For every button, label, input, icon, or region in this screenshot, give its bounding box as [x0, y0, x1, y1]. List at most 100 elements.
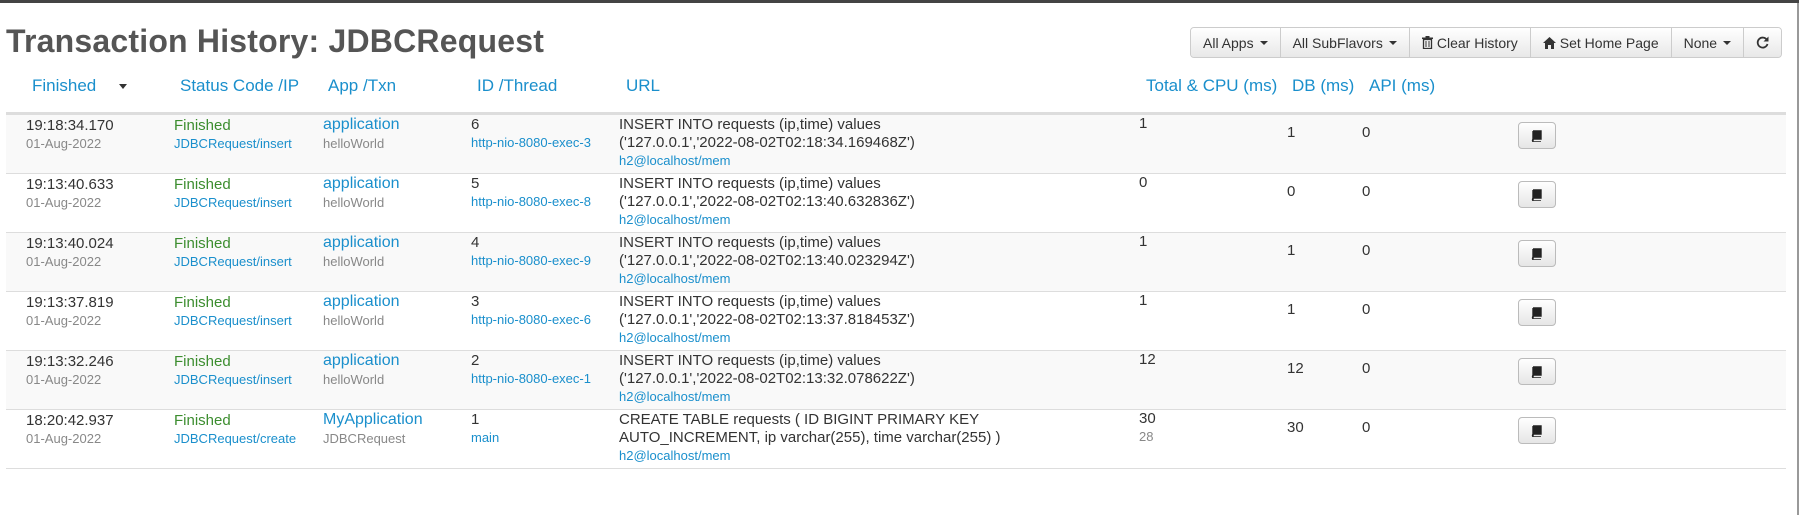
app-link[interactable]: application [323, 352, 400, 370]
sql-line-1: INSERT INTO requests (ip,time) values [619, 175, 881, 192]
finished-date: 01-Aug-2022 [26, 136, 102, 151]
all-subflavors-dropdown[interactable]: All SubFlavors [1280, 28, 1410, 57]
refresh-button[interactable] [1744, 28, 1782, 57]
txn-name: helloWorld [323, 254, 385, 269]
all-apps-dropdown[interactable]: All Apps [1191, 28, 1281, 57]
thread-link[interactable]: http-nio-8080-exec-6 [471, 312, 591, 327]
chevron-down-icon [1388, 40, 1397, 45]
thread-link[interactable]: http-nio-8080-exec-9 [471, 253, 591, 268]
sql-line-1: INSERT INTO requests (ip,time) values [619, 116, 881, 133]
db-url-link[interactable]: h2@localhost/mem [619, 389, 730, 404]
view-details-button[interactable] [1518, 122, 1556, 149]
sql-line-1: INSERT INTO requests (ip,time) values [619, 234, 881, 251]
all-apps-label: All Apps [1203, 34, 1254, 51]
view-details-button[interactable] [1518, 240, 1556, 267]
sql-line-2: ('127.0.0.1','2022-08-02T02:13:40.632836… [619, 193, 915, 210]
sql-line-1: INSERT INTO requests (ip,time) values [619, 293, 881, 310]
clear-history-label: Clear History [1436, 34, 1518, 51]
finished-date: 01-Aug-2022 [26, 431, 102, 446]
app-link[interactable]: application [323, 175, 400, 193]
app-link[interactable]: application [323, 293, 400, 311]
db-url-link[interactable]: h2@localhost/mem [619, 271, 730, 286]
column-header-url[interactable]: URL [626, 76, 660, 96]
sql-line-2: ('127.0.0.1','2022-08-02T02:18:34.169468… [619, 134, 915, 151]
thread-link[interactable]: http-nio-8080-exec-1 [471, 371, 591, 386]
column-header-db[interactable]: DB (ms) [1292, 76, 1354, 96]
book-icon [1531, 129, 1542, 142]
db-url-link[interactable]: h2@localhost/mem [619, 153, 730, 168]
api-ms: 0 [1362, 242, 1371, 259]
table-row[interactable]: 19:13:32.246 01-Aug-2022 Finished JDBCReque… [6, 351, 1786, 410]
api-ms: 0 [1362, 301, 1371, 318]
request-link[interactable]: JDBCRequest/create [174, 431, 296, 446]
book-icon [1531, 424, 1542, 437]
status-code: Finished [174, 294, 231, 311]
finished-time: 19:13:32.246 [26, 353, 114, 370]
txn-name: helloWorld [323, 313, 385, 328]
total-ms: 12 [1139, 351, 1156, 368]
home-icon [1542, 36, 1556, 49]
table-row[interactable]: 19:13:40.633 01-Aug-2022 Finished JDBCReque… [6, 174, 1786, 233]
transaction-id: 6 [471, 116, 480, 133]
transaction-id: 4 [471, 234, 480, 251]
thread-link[interactable]: http-nio-8080-exec-3 [471, 135, 591, 150]
total-ms: 0 [1139, 174, 1148, 191]
transaction-id: 5 [471, 175, 480, 192]
request-link[interactable]: JDBCRequest/insert [174, 136, 292, 151]
view-details-button[interactable] [1518, 358, 1556, 385]
sort-descending-icon[interactable] [119, 84, 127, 89]
txn-name: helloWorld [323, 136, 385, 151]
request-link[interactable]: JDBCRequest/insert [174, 313, 292, 328]
sql-line-2: ('127.0.0.1','2022-08-02T02:13:37.818453… [619, 311, 915, 328]
thread-link[interactable]: main [471, 430, 499, 445]
finished-date: 01-Aug-2022 [26, 313, 102, 328]
api-ms: 0 [1362, 183, 1371, 200]
request-link[interactable]: JDBCRequest/insert [174, 372, 292, 387]
all-subflavors-label: All SubFlavors [1292, 34, 1383, 51]
db-url-link[interactable]: h2@localhost/mem [619, 212, 730, 227]
clear-history-button[interactable]: Clear History [1409, 28, 1531, 57]
sql-line-2: ('127.0.0.1','2022-08-02T02:13:32.078622… [619, 370, 915, 387]
column-header-finished[interactable]: Finished [32, 76, 96, 96]
status-code: Finished [174, 117, 231, 134]
book-icon [1531, 365, 1542, 378]
cpu-ms: 28 [1139, 429, 1154, 444]
api-ms: 0 [1362, 124, 1371, 141]
none-dropdown[interactable]: None [1671, 28, 1745, 57]
db-ms: 1 [1287, 301, 1296, 318]
view-details-button[interactable] [1518, 299, 1556, 326]
total-ms: 1 [1139, 233, 1148, 250]
column-header-id[interactable]: ID /Thread [477, 76, 557, 96]
thread-link[interactable]: http-nio-8080-exec-8 [471, 194, 591, 209]
db-ms: 30 [1287, 419, 1304, 436]
transaction-id: 1 [471, 411, 480, 428]
finished-time: 19:13:40.633 [26, 176, 114, 193]
toolbar: All Apps All SubFlavors Clear History Se… [1190, 27, 1783, 58]
view-details-button[interactable] [1518, 181, 1556, 208]
trash-icon [1421, 36, 1433, 49]
table-row[interactable]: 19:13:40.024 01-Aug-2022 Finished JDBCReque… [6, 233, 1786, 292]
db-url-link[interactable]: h2@localhost/mem [619, 448, 730, 463]
column-header-total[interactable]: Total & CPU (ms) [1146, 76, 1277, 96]
column-header-app[interactable]: App /Txn [328, 76, 396, 96]
request-link[interactable]: JDBCRequest/insert [174, 195, 292, 210]
app-link[interactable]: application [323, 116, 400, 134]
view-details-button[interactable] [1518, 417, 1556, 444]
table-row[interactable]: 19:13:37.819 01-Aug-2022 Finished JDBCReque… [6, 292, 1786, 351]
set-home-page-button[interactable]: Set Home Page [1530, 28, 1672, 57]
book-icon [1531, 247, 1542, 260]
chevron-down-icon [1723, 40, 1732, 45]
status-code: Finished [174, 353, 231, 370]
api-ms: 0 [1362, 419, 1371, 436]
finished-date: 01-Aug-2022 [26, 372, 102, 387]
request-link[interactable]: JDBCRequest/insert [174, 254, 292, 269]
column-header-api[interactable]: API (ms) [1369, 76, 1435, 96]
app-link[interactable]: application [323, 234, 400, 252]
app-link[interactable]: MyApplication [323, 411, 423, 429]
none-label: None [1683, 34, 1718, 51]
sql-line-2: ('127.0.0.1','2022-08-02T02:13:40.023294… [619, 252, 915, 269]
table-row[interactable]: 19:18:34.170 01-Aug-2022 Finished JDBCReque… [6, 115, 1786, 174]
table-row[interactable]: 18:20:42.937 01-Aug-2022 Finished JDBCReque… [6, 410, 1786, 469]
db-url-link[interactable]: h2@localhost/mem [619, 330, 730, 345]
column-header-status[interactable]: Status Code /IP [180, 76, 299, 96]
